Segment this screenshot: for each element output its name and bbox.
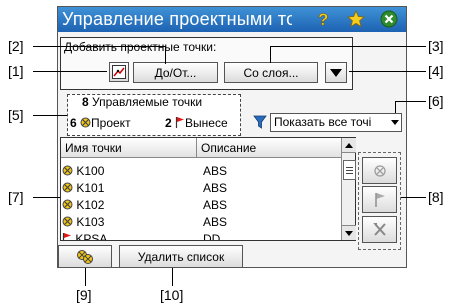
leader-line-3b: [270, 46, 271, 63]
filter-dropdown-arrow[interactable]: [390, 115, 400, 130]
callout-9: [9]: [76, 287, 92, 303]
window-title: Управление проектными то: [62, 9, 292, 29]
design-point-icon: [62, 165, 73, 176]
callout-6: [6]: [428, 93, 444, 109]
point-name: K103: [76, 215, 105, 229]
close-icon[interactable]: [379, 9, 399, 29]
table-row[interactable]: K102: [62, 197, 104, 213]
filter-selected-value: Показать все точі: [274, 115, 372, 129]
scroll-thumb[interactable]: [343, 160, 356, 180]
table-row[interactable]: K101: [62, 180, 104, 196]
column-header-point-name[interactable]: Имя точки: [61, 138, 197, 158]
leader-line-3: [270, 46, 426, 47]
stake-flag-button[interactable]: [362, 186, 397, 213]
design-point-icon: [62, 199, 73, 210]
help-icon[interactable]: ?: [313, 9, 333, 29]
project-points-count: 6 Проект: [70, 116, 131, 130]
tools-button[interactable]: [362, 216, 397, 243]
callout-4: [4]: [428, 63, 444, 79]
map-pick-icon: [112, 65, 126, 79]
filter-icon: [253, 114, 267, 133]
leader-line-7: [33, 197, 60, 198]
chevron-down-icon: [345, 230, 353, 236]
point-description: ABS: [203, 181, 228, 195]
add-points-label: Добавить проектные точки:: [64, 40, 217, 54]
callout-3: [3]: [428, 38, 444, 54]
leader-line-6b: [395, 101, 396, 113]
design-point-icon: [62, 182, 73, 193]
point-name: KPSA: [75, 232, 108, 240]
leader-line-1: [33, 71, 107, 72]
filter-select[interactable]: Показать все точі: [270, 113, 402, 132]
callout-8: [8]: [428, 189, 444, 205]
point-description: ABS: [203, 215, 228, 229]
chevron-up-icon: [345, 142, 353, 148]
callout-1: [1]: [8, 63, 24, 79]
scroll-up-arrow[interactable]: [342, 138, 356, 153]
leader-line-2b: [165, 46, 166, 64]
point-name: K101: [76, 181, 105, 195]
point-description: DD: [203, 232, 221, 240]
column-header-description[interactable]: Описание: [197, 138, 341, 158]
callout-10: [10]: [160, 287, 184, 303]
point-name: K100: [76, 164, 105, 178]
points-group-button[interactable]: [58, 245, 112, 268]
table-row-clipped[interactable]: KPSA DD: [61, 231, 341, 240]
svg-text:?: ?: [318, 10, 328, 28]
list-scrollbar[interactable]: [341, 138, 356, 240]
point-description: ABS: [203, 164, 228, 178]
point-name: K102: [76, 198, 105, 212]
staked-flag-icon: [62, 233, 71, 240]
design-point-icon: [80, 117, 91, 128]
callout-5: [5]: [8, 107, 24, 123]
design-point-icon: [62, 216, 73, 227]
from-layer-button[interactable]: Со слоя...: [224, 62, 318, 83]
tools-icon: [372, 223, 386, 236]
map-select-button[interactable]: [109, 62, 129, 82]
leader-line-8: [401, 197, 426, 198]
chevron-down-icon: [330, 68, 342, 77]
clear-list-button[interactable]: Удалить список: [119, 245, 243, 268]
scroll-down-arrow[interactable]: [342, 225, 356, 240]
callout-7: [7]: [8, 189, 24, 205]
staked-points-count: 2 Вынесе: [165, 116, 228, 130]
leader-line-10: [172, 268, 173, 286]
more-options-dropdown[interactable]: [325, 62, 347, 83]
multiple-points-icon: [77, 249, 93, 264]
leader-line-4: [349, 71, 426, 72]
managed-points-count: 8 Управляемые точки: [82, 95, 203, 109]
design-point-button[interactable]: [362, 157, 397, 184]
chevron-down-icon: [391, 120, 399, 125]
point-description: ABS: [203, 198, 228, 212]
leader-line-2: [33, 46, 165, 47]
from-to-button[interactable]: До/От...: [133, 62, 218, 83]
table-row[interactable]: K100: [62, 163, 104, 179]
leader-line-6: [395, 101, 426, 102]
design-point-outline-icon: [373, 164, 386, 177]
favorite-star-icon[interactable]: [346, 9, 366, 29]
leader-line-5: [33, 115, 67, 116]
table-row[interactable]: K103: [62, 214, 104, 230]
leader-line-9: [85, 268, 86, 286]
callout-2: [2]: [8, 38, 24, 54]
flag-icon: [374, 193, 385, 207]
staked-flag-icon: [175, 117, 185, 128]
